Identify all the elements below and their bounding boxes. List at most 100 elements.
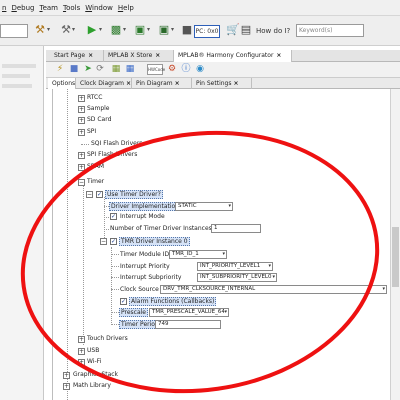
prescale-label: Prescale: [119, 308, 148, 317]
chevron-down-icon[interactable]: ▾: [47, 26, 50, 33]
tree-item-graphics[interactable]: Graphics Stack: [72, 370, 119, 379]
save-icon[interactable]: ■: [68, 64, 80, 75]
chevron-down-icon: ▾: [382, 286, 385, 292]
close-icon[interactable]: ×: [233, 80, 238, 87]
run-icon[interactable]: ▶: [86, 24, 98, 36]
tree-item-touch[interactable]: Touch Drivers: [86, 334, 129, 343]
expand-toggle[interactable]: +: [78, 117, 85, 124]
close-icon[interactable]: ×: [126, 80, 131, 87]
cart-icon[interactable]: 🛒: [226, 24, 240, 36]
tree-item-usb[interactable]: USB: [86, 346, 100, 355]
menu-team[interactable]: Team: [39, 4, 58, 12]
tree-item-sample[interactable]: Sample: [86, 104, 111, 113]
tab-options[interactable]: Options: [48, 78, 76, 89]
expand-toggle[interactable]: +: [78, 164, 85, 171]
alarm-functions-label[interactable]: Alarm Functions (Callbacks): [129, 297, 217, 306]
generate-icon[interactable]: ⚡: [54, 64, 66, 75]
clock-source-select[interactable]: DRV_TMR_CLKSOURCE_INTERNAL ▾: [160, 285, 387, 294]
close-icon[interactable]: ×: [155, 52, 160, 59]
expand-toggle[interactable]: +: [78, 336, 85, 343]
chevron-down-icon[interactable]: ▾: [171, 26, 174, 33]
tab-start-page[interactable]: Start Page ×: [50, 50, 104, 62]
tree-item-math[interactable]: Math Library: [72, 381, 112, 390]
collapse-toggle[interactable]: −: [78, 179, 85, 186]
prescale-select[interactable]: TMR_PRESCALE_VALUE_64 ▾: [149, 308, 229, 317]
driver-implementation-select[interactable]: STATIC ▾: [175, 202, 233, 211]
scrollbar-thumb[interactable]: [392, 227, 399, 287]
chevron-down-icon[interactable]: ▾: [147, 26, 150, 33]
use-timer-driver-checkbox[interactable]: ✓: [96, 191, 103, 198]
collapse-toggle[interactable]: −: [100, 238, 107, 245]
expand-toggle[interactable]: +: [78, 129, 85, 136]
select-value: DRV_TMR_CLKSOURCE_INTERNAL: [163, 286, 256, 292]
tree-item-sqi-flash[interactable]: SQI Flash Drivers: [90, 139, 143, 148]
debug-icon[interactable]: ▩: [110, 24, 122, 36]
tree-item-timer[interactable]: Timer: [86, 177, 105, 186]
close-icon[interactable]: ×: [88, 52, 93, 59]
timer-module-id-select[interactable]: TMR_ID_1 ▾: [169, 250, 227, 259]
menu-help[interactable]: Help: [118, 4, 134, 12]
tab-pin-diagram[interactable]: Pin Diagram ×: [132, 78, 192, 89]
forward-icon[interactable]: ➤: [82, 64, 94, 75]
configuration-combo[interactable]: [0, 24, 28, 38]
tree-guide: [111, 289, 119, 290]
read-device-icon[interactable]: ▣: [158, 24, 170, 36]
tab-harmony-configurator[interactable]: MPLAB® Harmony Configurator ×: [174, 50, 292, 62]
expand-toggle[interactable]: +: [78, 152, 85, 159]
expand-toggle[interactable]: +: [63, 372, 70, 379]
screen-icon[interactable]: ▤: [240, 24, 252, 36]
interrupt-priority-label: Interrupt Priority: [120, 263, 170, 270]
close-icon[interactable]: ×: [175, 80, 180, 87]
expand-icon[interactable]: ▦: [110, 64, 122, 75]
tab-pin-settings[interactable]: Pin Settings ×: [192, 78, 252, 89]
instance0-label[interactable]: TMR Driver Instance 0: [119, 237, 190, 246]
chevron-down-icon[interactable]: ▾: [99, 26, 102, 33]
expand-toggle[interactable]: +: [63, 383, 70, 390]
select-value: INT_PRIORITY_LEVEL1: [200, 263, 261, 269]
program-device-icon[interactable]: ▣: [134, 24, 146, 36]
hwcode-button[interactable]: HWCode: [147, 64, 165, 75]
search-input[interactable]: Keyword(s): [296, 24, 364, 37]
tab-clock-diagram[interactable]: Clock Diagram ×: [76, 78, 132, 89]
tree-item-rtcc[interactable]: RTCC: [86, 93, 103, 102]
panel-row: [2, 64, 36, 68]
hold-reset-icon[interactable]: ■: [181, 24, 193, 36]
refresh-icon[interactable]: ⟳: [94, 64, 106, 75]
chevron-down-icon[interactable]: ▾: [72, 26, 75, 33]
clean-build-icon[interactable]: ⚒: [60, 24, 72, 36]
tree-item-spi-flash[interactable]: SPI Flash Drivers: [86, 150, 138, 159]
num-instances-field[interactable]: 1: [211, 224, 261, 233]
menu-window[interactable]: Window: [85, 4, 113, 12]
collapse-icon[interactable]: ▦: [124, 64, 136, 75]
interrupt-mode-checkbox[interactable]: ✓: [110, 213, 117, 220]
expand-toggle[interactable]: +: [78, 348, 85, 355]
timer-period-field[interactable]: 749: [155, 320, 221, 329]
instance0-checkbox[interactable]: ✓: [110, 238, 117, 245]
tree-item-sdcard[interactable]: SD Card: [86, 115, 112, 124]
tree-item-sram[interactable]: SRAM: [86, 162, 105, 171]
main-toolbar: ⚒ ▾ ⚒ ▾ ▶ ▾ ▩ ▾ ▣ ▾ ▣ ▾ ■ PC: 0x0 🛒 ▤ Ho…: [0, 16, 400, 46]
use-timer-driver-label[interactable]: Use Timer Driver?: [105, 190, 163, 199]
tree-item-spi[interactable]: SPI: [86, 127, 97, 136]
info-icon[interactable]: ⓘ: [180, 64, 192, 75]
tab-mplab-store[interactable]: MPLAB X Store ×: [104, 50, 174, 62]
chevron-down-icon[interactable]: ▾: [123, 26, 126, 33]
menu-debug[interactable]: Debug: [11, 4, 34, 12]
expand-toggle[interactable]: +: [78, 95, 85, 102]
interrupt-priority-select[interactable]: INT_PRIORITY_LEVEL1 ▾: [197, 262, 273, 271]
build-hammer-icon[interactable]: ⚒: [34, 24, 46, 36]
menu-file[interactable]: n: [2, 4, 6, 12]
vertical-scrollbar[interactable]: [390, 89, 400, 400]
alarm-functions-checkbox[interactable]: ✓: [120, 298, 127, 305]
interrupt-subpriority-select[interactable]: INT_SUBPRIORITY_LEVEL0 ▾: [197, 273, 277, 282]
help-icon[interactable]: ◉: [194, 64, 206, 75]
tree-guide: [104, 217, 109, 218]
menu-tools[interactable]: Tools: [63, 4, 80, 12]
close-icon[interactable]: ×: [276, 52, 281, 59]
expand-toggle[interactable]: +: [78, 106, 85, 113]
gear-icon[interactable]: ⚙: [166, 64, 178, 75]
tree-item-wifi[interactable]: Wi-Fi: [86, 357, 102, 366]
expand-toggle[interactable]: +: [78, 359, 85, 366]
tab-label: MPLAB X Store: [108, 52, 153, 59]
collapse-toggle[interactable]: −: [86, 191, 93, 198]
